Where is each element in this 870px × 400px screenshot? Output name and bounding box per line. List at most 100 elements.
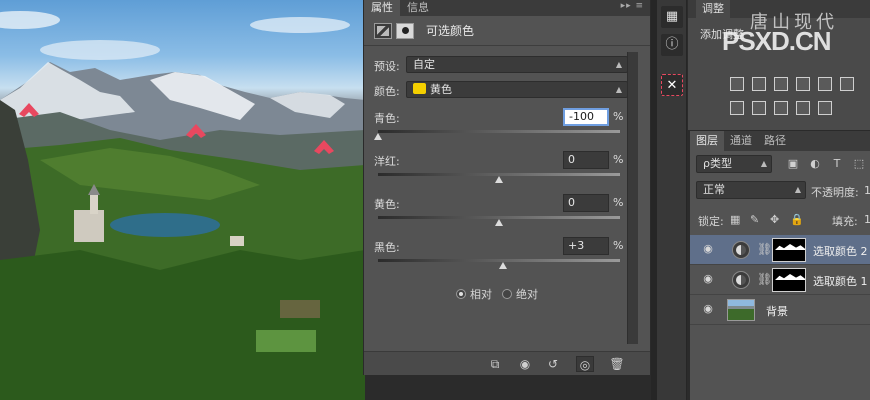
slider-value-field[interactable]: 0: [563, 151, 609, 169]
properties-panel: 属性 信息 ▸▸ ≡ 可选颜色 预设: 自定 ▲ 颜色: 黄色 ▲ 青色: -10…: [363, 0, 651, 375]
chain-link-icon[interactable]: ⛓: [757, 272, 772, 286]
reset-icon[interactable]: ↺: [544, 356, 562, 372]
mask-icon[interactable]: [396, 22, 414, 39]
layer-mask-thumbnail[interactable]: [772, 268, 806, 292]
fill-value[interactable]: 1: [864, 213, 870, 226]
updown-arrow-icon: ▲: [794, 185, 801, 194]
adjustment-layer-icon: [732, 241, 750, 259]
eye-icon[interactable]: ◉: [701, 273, 715, 285]
method-radio-group: 相对 绝对: [456, 286, 538, 302]
trash-icon[interactable]: 🗑: [608, 356, 626, 372]
panel-menu-icon[interactable]: ▸▸ ≡: [621, 1, 644, 11]
layer-name[interactable]: 选取颜色 1: [813, 273, 868, 289]
sample-point-marker[interactable]: [186, 124, 206, 138]
vibrance-icon[interactable]: [818, 77, 832, 91]
radio-button[interactable]: [502, 289, 512, 299]
properties-tabbar: 属性 信息 ▸▸ ≡: [364, 0, 650, 16]
brightness-icon[interactable]: [730, 77, 744, 91]
chain-link-icon[interactable]: ⛓: [757, 242, 772, 256]
lock-label: 锁定:: [698, 215, 724, 228]
radio-button[interactable]: [456, 289, 466, 299]
fill-label: 填充:: [832, 215, 858, 228]
hue-saturation-icon[interactable]: [840, 77, 854, 91]
layers-panel: 图层 通道 路径 ρ类型 ▲ ▣ ◐ T ⬚ 正常 ▲ 不透明度: 1 锁定: …: [690, 130, 870, 400]
lock-all-icon[interactable]: 🔒: [790, 213, 804, 226]
opacity-value[interactable]: 1: [864, 184, 870, 197]
slider-thumb[interactable]: [495, 219, 503, 226]
tab-info[interactable]: 信息: [400, 0, 436, 16]
updown-arrow-icon: ▲: [615, 85, 622, 94]
colors-dropdown[interactable]: 黄色 ▲: [406, 81, 628, 98]
updown-arrow-icon: ▲: [615, 60, 622, 69]
relative-radio[interactable]: 相对: [456, 286, 492, 302]
percent-unit: %: [613, 196, 624, 209]
layer-row-selective-color-1[interactable]: ◉ ⛓ 选取颜色 1: [690, 265, 870, 295]
watermark-bottom: PSXD.CN: [722, 26, 832, 56]
sample-point-marker[interactable]: [19, 103, 39, 117]
clip-to-layer-icon[interactable]: ⧉: [486, 356, 504, 372]
layer-row-selective-color-2[interactable]: ◉ ⛓ 选取颜色 2: [690, 235, 870, 265]
preset-value: 自定: [413, 58, 435, 71]
sample-point-marker[interactable]: [314, 140, 334, 154]
slider-value-field[interactable]: -100: [563, 108, 609, 126]
slider-thumb[interactable]: [498, 262, 507, 269]
image-canvas[interactable]: [0, 0, 365, 400]
absolute-label: 绝对: [516, 288, 538, 301]
blend-mode-dropdown[interactable]: 正常 ▲: [696, 181, 806, 199]
tab-adjustments[interactable]: 调整: [696, 0, 730, 18]
levels-icon[interactable]: [752, 77, 766, 91]
layer-row-background[interactable]: ◉ 背景: [690, 295, 870, 325]
info-icon[interactable]: ⓘ: [661, 34, 683, 56]
shape-filter-icon[interactable]: ⬚: [852, 158, 866, 170]
visibility-eye-icon[interactable]: ◎: [576, 356, 594, 372]
layer-filter-dropdown[interactable]: ρ类型 ▲: [696, 155, 772, 173]
slider-thumb[interactable]: [374, 133, 382, 140]
selective-color-icon[interactable]: [796, 101, 810, 115]
layer-name[interactable]: 背景: [766, 303, 788, 319]
slider-label: 洋红:: [374, 155, 400, 168]
tab-layers[interactable]: 图层: [690, 131, 724, 151]
tab-channels[interactable]: 通道: [724, 131, 758, 151]
relative-label: 相对: [470, 288, 492, 301]
tab-properties[interactable]: 属性: [364, 0, 400, 16]
layer-mask-thumbnail[interactable]: [772, 238, 806, 262]
slider-value-field[interactable]: 0: [563, 194, 609, 212]
view-previous-icon[interactable]: ◉: [516, 356, 534, 372]
type-filter-icon[interactable]: T: [830, 158, 844, 170]
invert-icon[interactable]: [730, 101, 744, 115]
landscape-photo: [0, 11, 365, 400]
adjustment-icon[interactable]: [374, 22, 392, 39]
tab-paths[interactable]: 路径: [758, 131, 792, 151]
histogram-icon[interactable]: ▦: [661, 6, 683, 28]
cross-tool-icon[interactable]: ✕: [661, 74, 683, 96]
eye-icon[interactable]: ◉: [701, 303, 715, 315]
slider-value-field[interactable]: +3: [563, 237, 609, 255]
panel-icon-strip: ▦ ⓘ ✕: [657, 0, 687, 400]
posterize-icon[interactable]: [752, 101, 766, 115]
properties-scrollbar[interactable]: [627, 52, 638, 344]
pixel-filter-icon[interactable]: ▣: [786, 158, 800, 170]
absolute-radio[interactable]: 绝对: [502, 286, 538, 302]
percent-unit: %: [613, 239, 624, 252]
slider-thumb[interactable]: [495, 176, 503, 183]
lock-brush-icon[interactable]: ✎: [750, 213, 759, 226]
slider-track[interactable]: [378, 130, 620, 133]
slider-label: 黑色:: [374, 241, 400, 254]
updown-arrow-icon: ▲: [760, 159, 767, 168]
preset-dropdown[interactable]: 自定 ▲: [406, 56, 628, 73]
gradient-map-icon[interactable]: [818, 101, 832, 115]
adjustments-panel: 调整 添加调整 唐山现代 PSXD.CN: [688, 0, 870, 130]
exposure-icon[interactable]: [796, 77, 810, 91]
layer-name[interactable]: 选取颜色 2: [813, 243, 868, 259]
curves-icon[interactable]: [774, 77, 788, 91]
eye-icon[interactable]: ◉: [701, 243, 715, 255]
layers-tabbar: 图层 通道 路径: [690, 131, 870, 151]
background-thumbnail[interactable]: [727, 299, 755, 321]
properties-header: 可选颜色: [364, 16, 650, 46]
colors-value: 黄色: [430, 83, 452, 96]
adjustment-filter-icon[interactable]: ◐: [808, 158, 822, 170]
lock-transparency-icon[interactable]: ▦: [730, 213, 740, 226]
lock-move-icon[interactable]: ✥: [770, 213, 779, 226]
filter-value: ρ类型: [703, 157, 732, 170]
threshold-icon[interactable]: [774, 101, 788, 115]
